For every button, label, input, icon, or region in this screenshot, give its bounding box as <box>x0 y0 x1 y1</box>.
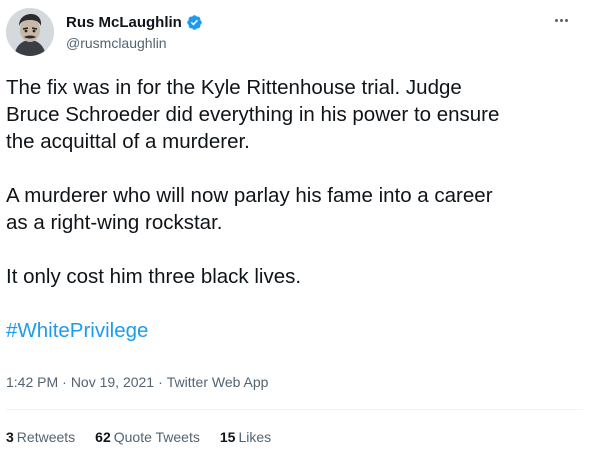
author-info: Rus McLaughlin @rusmclaughlin <box>66 12 203 51</box>
tweet-metadata: 1:42 PM · Nov 19, 2021 · Twitter Web App <box>6 374 268 390</box>
tweet-paragraph: the acquittal of a murderer. <box>6 128 581 155</box>
verified-badge-icon <box>186 14 203 31</box>
hashtag-link[interactable]: #WhitePrivilege <box>6 319 148 342</box>
tweet-paragraph: A murderer who will now parlay his fame … <box>6 182 581 209</box>
tweet-line: It only cost him three black lives. <box>6 265 302 288</box>
tweet-time[interactable]: 1:42 PM <box>6 374 58 390</box>
author-display-name[interactable]: Rus McLaughlin <box>66 14 182 31</box>
tweet-paragraph: #WhitePrivilege <box>6 317 581 344</box>
likes-stat[interactable]: 15 Likes <box>220 429 271 445</box>
tweet-body: The fix was in for the Kyle Rittenhouse … <box>6 74 581 344</box>
tweet-header: Rus McLaughlin @rusmclaughlin <box>6 8 583 60</box>
tweet-paragraph: Bruce Schroeder did everything in his po… <box>6 101 581 128</box>
divider <box>6 409 583 410</box>
tweet-paragraph: The fix was in for the Kyle Rittenhouse … <box>6 74 581 101</box>
likes-label: Likes <box>238 429 272 445</box>
retweets-count: 3 <box>6 429 14 445</box>
name-row: Rus McLaughlin <box>66 12 203 32</box>
tweet-line: The fix was in for the Kyle Rittenhouse … <box>6 76 462 99</box>
tweet-paragraph: as a right-wing rockstar. <box>6 209 581 236</box>
tweet-paragraph: It only cost him three black lives. <box>6 263 581 290</box>
quote-tweets-label: Quote Tweets <box>113 429 200 445</box>
more-options-icon[interactable] <box>549 10 573 30</box>
tweet-stats: 3 Retweets 62 Quote Tweets 15 Likes <box>6 429 271 445</box>
separator-dot: · <box>62 374 67 390</box>
separator-dot: · <box>158 374 163 390</box>
avatar-image <box>6 8 54 56</box>
retweets-stat[interactable]: 3 Retweets <box>6 429 75 445</box>
quote-tweets-count: 62 <box>95 429 111 445</box>
quote-tweets-stat[interactable]: 62 Quote Tweets <box>95 429 200 445</box>
tweet-card: Rus McLaughlin @rusmclaughlin The fix wa… <box>0 0 589 453</box>
tweet-date[interactable]: Nov 19, 2021 <box>71 374 154 390</box>
tweet-line: the acquittal of a murderer. <box>6 130 250 153</box>
tweet-line: Bruce Schroeder did everything in his po… <box>6 103 500 126</box>
tweet-line: as a right-wing rockstar. <box>6 211 223 234</box>
tweet-line: A murderer who will now parlay his fame … <box>6 184 493 207</box>
retweets-label: Retweets <box>16 429 76 445</box>
author-handle[interactable]: @rusmclaughlin <box>66 35 203 51</box>
avatar[interactable] <box>6 8 54 56</box>
likes-count: 15 <box>219 429 236 445</box>
tweet-source[interactable]: Twitter Web App <box>167 374 269 390</box>
